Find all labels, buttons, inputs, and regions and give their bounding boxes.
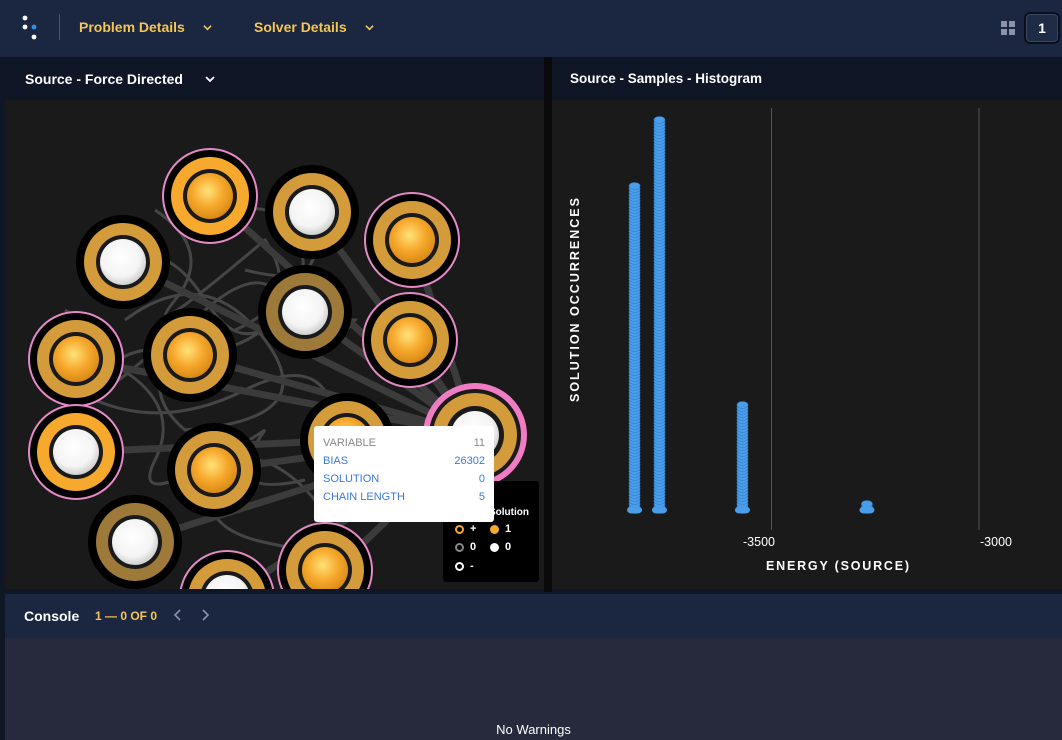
graph-node[interactable] — [167, 423, 261, 517]
legend-bias-plus: + — [455, 523, 476, 535]
node-core — [53, 429, 99, 475]
legend-bias-minus: - — [455, 560, 474, 572]
console-count: 1 — 0 OF 0 — [95, 609, 158, 623]
node-core — [100, 239, 146, 285]
tooltip-value: 26302 — [454, 455, 485, 467]
node-core — [167, 332, 213, 378]
legend-solution-zero-label: 0 — [505, 541, 512, 553]
chevron-right-icon[interactable] — [199, 608, 211, 622]
legend-solution-title: Solution — [489, 507, 529, 518]
node-core — [387, 317, 433, 363]
node-core — [187, 173, 233, 219]
app-header: Problem Details Solver Details 1 — [0, 0, 1062, 57]
histogram-column — [651, 116, 667, 514]
ring-orange-icon — [455, 524, 464, 534]
chevron-left-icon[interactable] — [172, 608, 184, 622]
ring-gray-icon — [455, 542, 464, 552]
problem-details-label: Problem Details — [79, 19, 185, 35]
y-axis-label: SOLUTION OCCURRENCES — [568, 196, 582, 402]
panel-title[interactable]: Source - Force Directed — [25, 71, 183, 87]
tooltip-key: SOLUTION — [323, 473, 380, 485]
solver-details-label: Solver Details — [254, 19, 347, 35]
node-core — [289, 189, 335, 235]
layout-grid-icon[interactable] — [1001, 21, 1015, 35]
legend-solution-one-label: 1 — [505, 523, 512, 535]
force-directed-panel: Source - Force Directed Solution + 0 - 1… — [5, 57, 544, 589]
legend-bias-zero: 0 — [455, 541, 476, 553]
graph-node[interactable] — [28, 311, 124, 407]
histogram-column — [734, 401, 750, 514]
data-point — [736, 401, 749, 409]
chevron-down-icon[interactable] — [205, 74, 215, 84]
tooltip-value: 0 — [478, 473, 485, 485]
app-logo-icon[interactable] — [20, 14, 44, 42]
graph-node[interactable] — [162, 148, 258, 244]
tooltip-row-bias: BIAS 26302 — [323, 452, 485, 470]
legend-bias-minus-label: - — [470, 560, 474, 572]
chevron-down-icon — [364, 24, 374, 30]
tooltip-value: 11 — [473, 437, 485, 449]
graph-node[interactable] — [28, 404, 124, 500]
node-core — [191, 447, 237, 493]
histogram-chart[interactable] — [552, 100, 1062, 589]
x-axis-label: ENERGY (SOURCE) — [766, 559, 911, 573]
tooltip-row-solution: SOLUTION 0 — [323, 470, 485, 488]
header-divider — [59, 14, 60, 40]
graph-node[interactable] — [362, 292, 458, 388]
data-point — [633, 506, 643, 514]
page-number-button[interactable]: 1 — [1024, 12, 1060, 44]
dot-orange-icon — [490, 524, 499, 534]
panel-header: Source - Samples - Histogram — [552, 57, 1062, 100]
tooltip-key: CHAIN LENGTH — [323, 491, 405, 503]
legend-bias-plus-label: + — [470, 523, 477, 535]
data-point — [628, 182, 641, 190]
panel-divider[interactable] — [544, 57, 552, 592]
tooltip-row-variable: VARIABLE 11 — [323, 434, 485, 452]
ring-white-icon — [455, 561, 464, 571]
chevron-down-icon — [203, 24, 212, 30]
console-message: No Warnings — [496, 722, 571, 737]
data-point — [657, 506, 667, 514]
graph-node[interactable] — [265, 165, 359, 259]
node-tooltip: VARIABLE 11 BIAS 26302 SOLUTION 0 CHAIN … — [314, 426, 494, 522]
tooltip-value: 5 — [478, 491, 485, 503]
console-header: Console 1 — 0 OF 0 — [5, 594, 1062, 638]
solver-details-menu[interactable]: Solver Details — [254, 19, 374, 35]
data-point — [861, 500, 873, 508]
legend-bias-zero-label: 0 — [470, 541, 477, 553]
x-tick-label: -3500 — [743, 535, 775, 549]
dot-white-icon — [490, 542, 499, 552]
graph-node[interactable] — [143, 308, 237, 402]
graph-node[interactable] — [258, 265, 352, 359]
x-tick-label: -3000 — [980, 535, 1012, 549]
graph-node[interactable] — [364, 192, 460, 288]
data-point — [865, 506, 875, 514]
console-title: Console — [24, 608, 80, 624]
problem-details-menu[interactable]: Problem Details — [79, 19, 212, 35]
node-core — [53, 336, 99, 382]
histogram-column — [859, 500, 875, 514]
node-core — [112, 519, 158, 565]
node-core — [282, 289, 328, 335]
legend-solution-zero: 0 — [490, 541, 511, 553]
graph-node[interactable] — [88, 495, 182, 589]
console-body: No Warnings — [5, 638, 1062, 740]
legend-solution-one: 1 — [490, 523, 511, 535]
data-point — [653, 116, 666, 124]
node-core — [389, 217, 435, 263]
histogram-column — [627, 182, 643, 514]
tooltip-row-chain-length: CHAIN LENGTH 5 — [323, 488, 485, 506]
tooltip-key: VARIABLE — [323, 437, 376, 449]
panel-header: Source - Force Directed — [5, 57, 544, 100]
data-point — [740, 506, 750, 514]
tooltip-key: BIAS — [323, 455, 349, 467]
panel-title: Source - Samples - Histogram — [570, 71, 763, 86]
graph-node[interactable] — [76, 215, 170, 309]
histogram-panel: Source - Samples - Histogram SOLUTION OC… — [552, 57, 1062, 589]
